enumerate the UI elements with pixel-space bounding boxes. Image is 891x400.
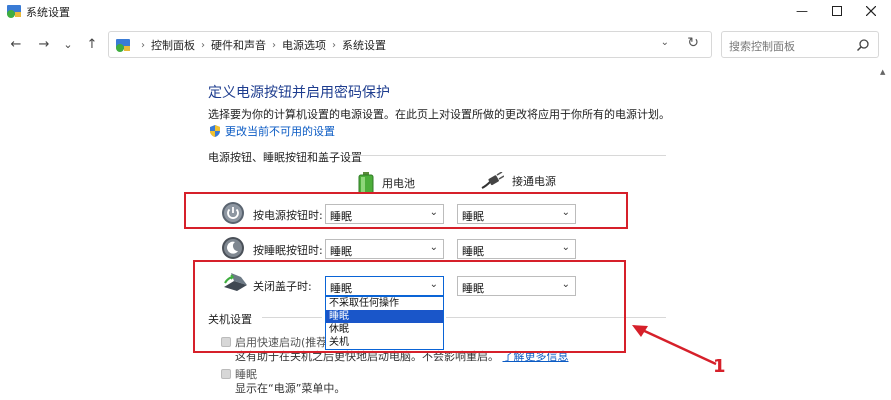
sleep-checkbox[interactable] [221,369,231,379]
page-title: 定义电源按钮并启用密码保护 [208,85,390,101]
change-settings-link-text[interactable]: 更改当前不可用的设置 [225,123,335,139]
page-description: 选择要为你的计算机设置的电源设置。在此页上对设置所做的更改将应用于你所有的电源计… [208,108,670,121]
sleep-button-battery-select[interactable]: 睡眠 ⌄ [325,239,444,259]
window-title: 系统设置 [26,6,70,19]
up-button[interactable]: ↑ [83,36,101,54]
maximize-icon [832,6,842,16]
chevron-down-icon: ⌄ [429,242,438,253]
search-box[interactable]: 搜索控制面板 [721,31,879,58]
column-header-battery: 用电池 [358,172,415,194]
forward-button[interactable]: → [35,36,53,54]
battery-icon [358,172,374,194]
chevron-right-icon[interactable]: › [332,40,336,51]
annotation-number: 1 [713,356,726,377]
chevron-right-icon: › [141,39,145,51]
breadcrumb-item-system-settings[interactable]: 系统设置 [342,37,386,53]
title-bar: 系统设置 — [0,0,891,22]
battery-label: 用电池 [382,177,415,190]
breadcrumb: › 控制面板 › 硬件和声音 › 电源选项 › 系统设置 [115,37,386,53]
breadcrumb-item-power-options[interactable]: 电源选项 [282,37,326,53]
chevron-down-icon: ⌄ [561,242,570,253]
control-panel-app-icon [7,5,21,18]
close-button[interactable] [851,0,891,22]
breadcrumb-item-control-panel[interactable]: 控制面板 [151,37,195,53]
system-settings-window: 系统设置 — ← → ⌄ ↑ › 控制面板 › 硬件和声音 › 电源选项 › 系… [0,0,891,400]
breadcrumb-item-hardware-sound[interactable]: 硬件和声音 [211,37,266,53]
minimize-button[interactable]: — [782,0,822,22]
close-icon [866,6,876,16]
divider [350,155,666,156]
sleep-button-icon [222,237,244,259]
main-content: 定义电源按钮并启用密码保护 选择要为你的计算机设置的电源设置。在此页上对设置所做… [0,60,880,400]
refresh-icon[interactable]: ↻ [687,35,699,51]
control-panel-icon [116,39,130,52]
highlight-box-lid-close [193,260,626,353]
shield-icon [210,125,220,137]
chevron-right-icon[interactable]: › [201,40,205,51]
sleep-button-label: 按睡眠按钮时: [253,244,323,257]
section-title-buttons: 电源按钮、睡眠按钮和盖子设置 [208,151,362,164]
sleep-description: 显示在“电源”菜单中。 [235,382,346,395]
select-value: 睡眠 [330,245,352,258]
search-icon [856,39,869,52]
power-plug-icon [481,172,504,189]
address-bar[interactable]: › 控制面板 › 硬件和声音 › 电源选项 › 系统设置 ⌄ ↻ [108,31,712,58]
recent-locations-button[interactable]: ⌄ [59,36,77,54]
chevron-down-icon[interactable]: ⌄ [661,37,669,48]
back-button[interactable]: ← [7,36,25,54]
sleep-button-plugged-select[interactable]: 睡眠 ⌄ [457,239,576,259]
column-header-plugged: 接通电源 [480,172,556,190]
select-value: 睡眠 [462,245,484,258]
plugged-label: 接通电源 [512,175,556,188]
search-input[interactable]: 搜索控制面板 [729,38,795,54]
chevron-right-icon[interactable]: › [272,40,276,51]
highlight-box-power-button [184,192,628,229]
change-settings-link[interactable]: 更改当前不可用的设置 [208,123,335,139]
scroll-up-arrow-icon[interactable]: ▲ [880,68,885,76]
